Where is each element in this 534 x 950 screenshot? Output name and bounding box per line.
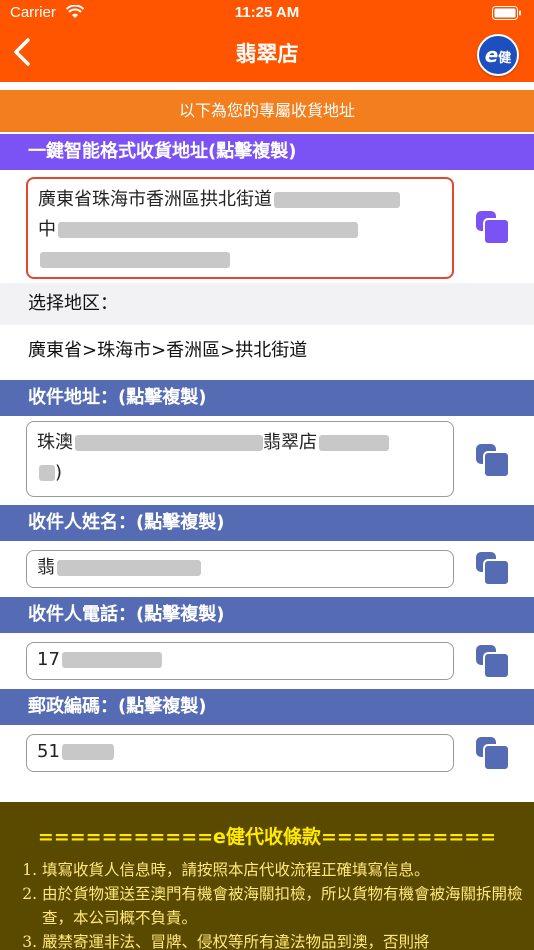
battery-icon bbox=[492, 6, 521, 20]
logo-letter: e bbox=[484, 43, 499, 67]
blurred-text bbox=[274, 192, 400, 208]
postal-code-prefix: 51 bbox=[37, 741, 60, 762]
blurred-text bbox=[61, 652, 162, 668]
address-prefix: 珠澳 bbox=[37, 432, 73, 453]
blurred-text bbox=[61, 744, 114, 760]
smart-address-field[interactable]: 廣東省珠海市香洲區拱北街道 中 bbox=[26, 177, 454, 279]
recipient-phone-field[interactable]: 17 bbox=[26, 642, 454, 680]
copy-address-button[interactable] bbox=[476, 444, 510, 478]
recipient-phone-prefix: 17 bbox=[37, 649, 60, 670]
app-header: Carrier 11:25 AM 翡翠店 e健 bbox=[0, 0, 534, 82]
copy-postal-button[interactable] bbox=[476, 737, 510, 771]
postal-code-field[interactable]: 51 bbox=[26, 734, 454, 772]
terms-item: 填寫收貨人信息時，請按照本店代收流程正確填寫信息。 bbox=[42, 858, 524, 882]
terms-title-text: 健代收條款 bbox=[225, 826, 321, 848]
terms-rule-left: =========== bbox=[37, 826, 214, 848]
copy-phone-button[interactable] bbox=[476, 645, 510, 679]
blurred-text bbox=[319, 435, 389, 451]
status-time: 11:25 AM bbox=[234, 4, 300, 21]
address-suffix: ) bbox=[55, 462, 63, 483]
logo-text: 健 bbox=[498, 51, 512, 66]
smart-address-line1: 廣東省珠海市香洲區拱北街道 bbox=[38, 189, 272, 210]
terms-title: ===========e健代收條款=========== bbox=[0, 822, 534, 849]
region-label: 选择地区： bbox=[0, 283, 534, 325]
recipient-name-prefix: 翡 bbox=[37, 557, 55, 578]
brand-logo[interactable]: e健 bbox=[477, 34, 519, 76]
copy-smart-address-button[interactable] bbox=[476, 211, 510, 245]
terms-item: 由於貨物運送至澳門有機會被海關扣檢，所以貨物有機會被海關拆開檢查，本公司概不負責… bbox=[42, 882, 524, 930]
address-header[interactable]: 收件地址：(點擊複製) bbox=[0, 380, 534, 416]
terms-panel: ===========e健代收條款=========== 填寫收貨人信息時，請按… bbox=[0, 802, 534, 950]
address-middle: 翡翠店 bbox=[263, 432, 317, 453]
page-title: 翡翠店 bbox=[235, 42, 299, 66]
region-value[interactable]: 廣東省>珠海市>香洲區>拱北街道 bbox=[0, 325, 534, 377]
address-field[interactable]: 珠澳 翡翠店 ) bbox=[26, 421, 454, 497]
terms-item: 嚴禁寄運非法、冒牌、侵权等所有違法物品到澳，否則將 bbox=[42, 930, 524, 950]
blurred-text bbox=[57, 560, 201, 576]
blurred-text bbox=[75, 435, 263, 451]
smart-address-line2: 中 bbox=[38, 219, 56, 240]
terms-list: 填寫收貨人信息時，請按照本店代收流程正確填寫信息。 由於貨物運送至澳門有機會被海… bbox=[0, 858, 534, 950]
terms-rule-right: =========== bbox=[320, 826, 497, 848]
recipient-phone-header[interactable]: 收件人電話：(點擊複製) bbox=[0, 597, 534, 633]
info-banner: 以下為您的專屬收貨地址 bbox=[0, 90, 534, 132]
recipient-name-header[interactable]: 收件人姓名：(點擊複製) bbox=[0, 505, 534, 541]
recipient-name-field[interactable]: 翡 bbox=[26, 550, 454, 588]
copy-name-button[interactable] bbox=[476, 552, 510, 586]
blurred-text bbox=[39, 465, 55, 481]
blurred-text bbox=[58, 222, 358, 238]
status-bar: Carrier 11:25 AM bbox=[0, 0, 534, 28]
postal-code-header[interactable]: 郵政編碼：(點擊複製) bbox=[0, 689, 534, 725]
terms-e-logo: e bbox=[213, 826, 226, 848]
blurred-text bbox=[40, 252, 230, 268]
smart-address-header[interactable]: 一鍵智能格式收貨地址(點擊複製) bbox=[0, 134, 534, 170]
